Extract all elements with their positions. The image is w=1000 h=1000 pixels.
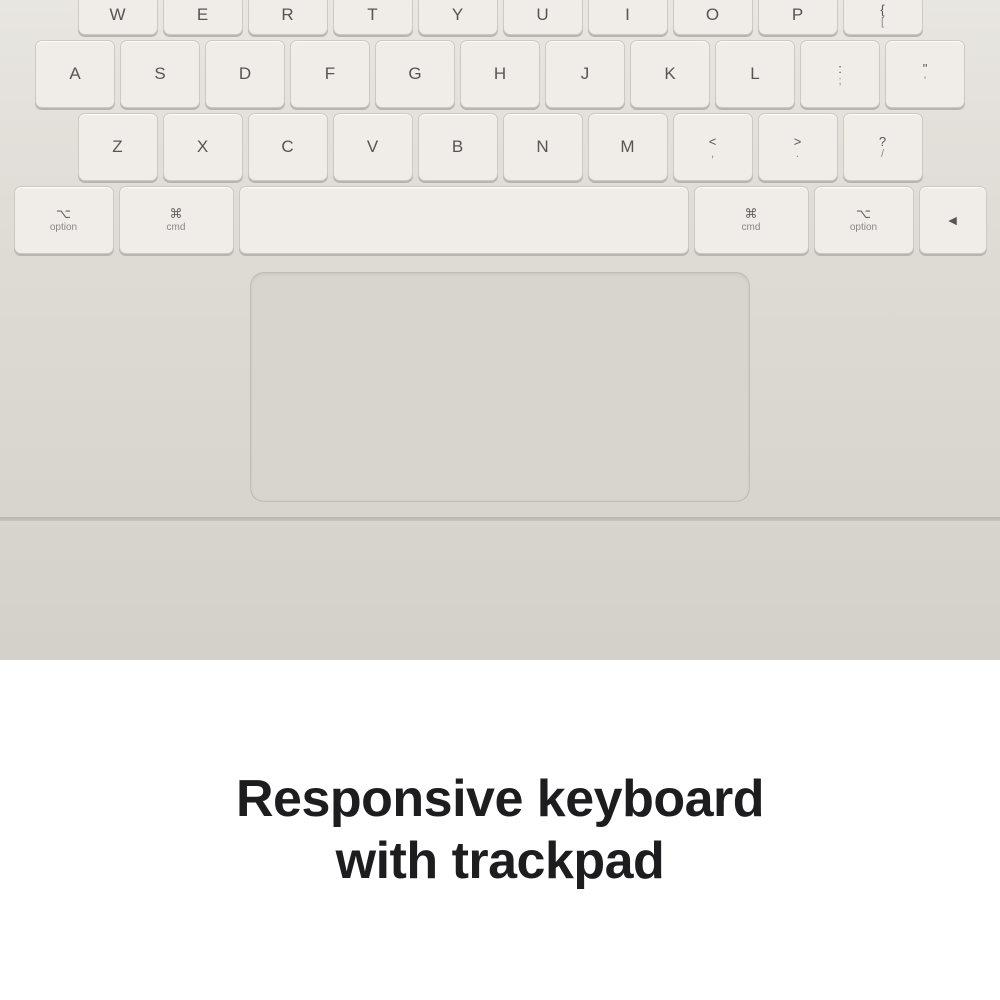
key-E[interactable]: E — [163, 0, 243, 35]
key-label: I — [625, 5, 630, 25]
cmd-label: cmd — [167, 222, 186, 233]
headline-line1: Responsive keyboard — [236, 768, 764, 830]
key-label: W — [109, 5, 125, 25]
key-D[interactable]: D — [205, 40, 285, 108]
key-cmd-right[interactable]: ⌘ cmd — [694, 186, 809, 254]
key-Z[interactable]: Z — [78, 113, 158, 181]
key-option-left[interactable]: ⌥ option — [14, 186, 114, 254]
key-label: T — [367, 5, 377, 25]
key-space[interactable] — [239, 186, 689, 254]
key-L[interactable]: L — [715, 40, 795, 108]
option-symbol: ⌥ — [56, 207, 71, 220]
key-label: N — [536, 137, 548, 157]
key-label: J — [581, 64, 590, 84]
key-K[interactable]: K — [630, 40, 710, 108]
key-label: M — [620, 137, 634, 157]
headline: Responsive keyboard with trackpad — [236, 768, 764, 893]
option-label-right: option — [850, 222, 877, 233]
keyboard-divider — [0, 517, 1000, 521]
key-label: " — [923, 62, 928, 75]
keyboard-row-0: W E R T Y U I O P { [ — [0, 0, 1000, 35]
key-label: V — [367, 137, 378, 157]
key-U[interactable]: U — [503, 0, 583, 35]
key-label: : — [838, 62, 842, 75]
keyboard-row-2: Z X C V B N M < , > . ? / — [0, 113, 1000, 181]
key-label: E — [197, 5, 208, 25]
option-label: option — [50, 222, 77, 233]
key-Y[interactable]: Y — [418, 0, 498, 35]
trackpad-container — [0, 272, 1000, 517]
key-A[interactable]: A — [35, 40, 115, 108]
key-X[interactable]: X — [163, 113, 243, 181]
key-label: P — [792, 5, 803, 25]
headline-line2: with trackpad — [236, 830, 764, 892]
key-comma[interactable]: < , — [673, 113, 753, 181]
key-I[interactable]: I — [588, 0, 668, 35]
key-label: A — [69, 64, 80, 84]
key-brace[interactable]: { [ — [843, 0, 923, 35]
key-label: U — [536, 5, 548, 25]
key-label: X — [197, 137, 208, 157]
option-symbol-right: ⌥ — [856, 207, 871, 220]
key-H[interactable]: H — [460, 40, 540, 108]
key-label: ? — [879, 135, 886, 148]
key-label: > — [794, 135, 802, 148]
key-label: R — [281, 5, 293, 25]
key-label: K — [664, 64, 675, 84]
key-O[interactable]: O — [673, 0, 753, 35]
key-colon[interactable]: : ; — [800, 40, 880, 108]
key-cmd-left[interactable]: ⌘ cmd — [119, 186, 234, 254]
key-quote[interactable]: " ' — [885, 40, 965, 108]
key-label: S — [154, 64, 165, 84]
text-section: Responsive keyboard with trackpad — [0, 660, 1000, 1000]
key-W[interactable]: W — [78, 0, 158, 35]
key-M[interactable]: M — [588, 113, 668, 181]
key-label: H — [494, 64, 506, 84]
key-label: L — [750, 64, 759, 84]
cmd-label-right: cmd — [742, 222, 761, 233]
key-option-right[interactable]: ⌥ option — [814, 186, 914, 254]
keyboard-section: W E R T Y U I O P { [ A S D F G H J K L … — [0, 0, 1000, 660]
key-C[interactable]: C — [248, 113, 328, 181]
key-N[interactable]: N — [503, 113, 583, 181]
cmd-symbol-right: ⌘ — [745, 207, 758, 220]
key-arrow-left[interactable]: ◄ — [919, 186, 987, 254]
key-label: F — [325, 64, 335, 84]
key-B[interactable]: B — [418, 113, 498, 181]
cmd-symbol: ⌘ — [170, 207, 183, 220]
key-label: Z — [112, 137, 122, 157]
key-P[interactable]: P — [758, 0, 838, 35]
key-J[interactable]: J — [545, 40, 625, 108]
key-R[interactable]: R — [248, 0, 328, 35]
key-S[interactable]: S — [120, 40, 200, 108]
key-label: G — [408, 64, 421, 84]
key-label: Y — [452, 5, 463, 25]
arrow-icon: ◄ — [946, 212, 960, 228]
key-G[interactable]: G — [375, 40, 455, 108]
keyboard-row-1: A S D F G H J K L : ; " ' — [0, 40, 1000, 108]
key-label: < — [709, 135, 717, 148]
key-label: C — [281, 137, 293, 157]
trackpad[interactable] — [250, 272, 750, 502]
key-F[interactable]: F — [290, 40, 370, 108]
key-label: D — [239, 64, 251, 84]
key-slash[interactable]: ? / — [843, 113, 923, 181]
key-label: B — [452, 137, 463, 157]
key-period[interactable]: > . — [758, 113, 838, 181]
key-label: O — [706, 5, 719, 25]
key-label: { — [880, 3, 884, 16]
keyboard-row-3: ⌥ option ⌘ cmd ⌘ cmd ⌥ option ◄ — [0, 186, 1000, 254]
key-V[interactable]: V — [333, 113, 413, 181]
key-T[interactable]: T — [333, 0, 413, 35]
